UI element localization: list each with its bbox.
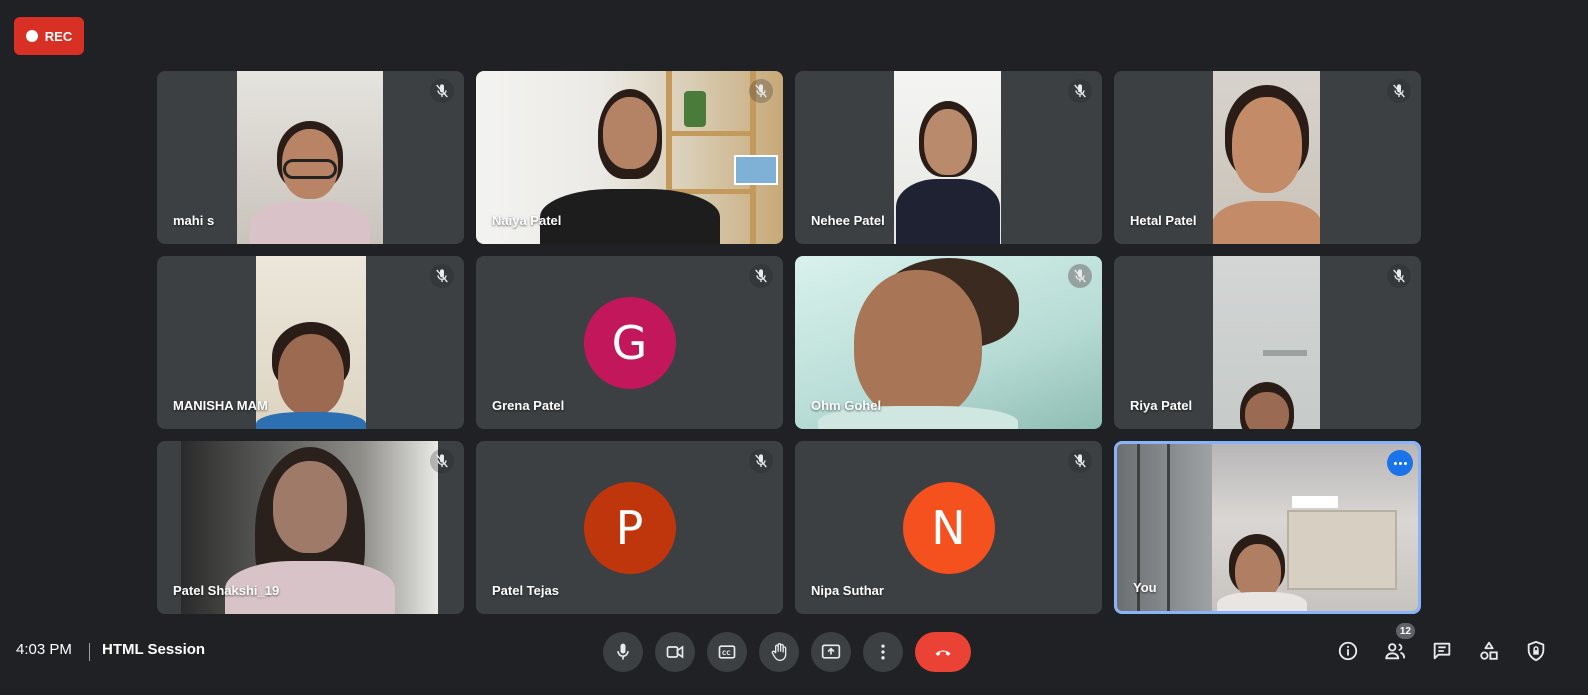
end-call-button[interactable]: [915, 632, 971, 672]
mic-off-icon: [430, 79, 454, 103]
participant-grid: mahi s Naiya Patel Nehee Patel Hetal Pat…: [157, 71, 1421, 614]
participant-avatar: G: [583, 296, 676, 389]
participant-avatar: N: [902, 481, 995, 574]
video-feed: [256, 256, 366, 429]
participant-name: Hetal Patel: [1130, 213, 1197, 228]
bottom-bar: 4:03 PM HTML Session CC 12: [0, 623, 1588, 675]
captions-icon: CC: [718, 645, 736, 659]
raise-hand-icon: [771, 643, 787, 661]
participant-name: Grena Patel: [492, 398, 565, 413]
video-feed: [1117, 444, 1418, 611]
meeting-title: HTML Session: [102, 641, 206, 658]
camera-button[interactable]: [655, 632, 695, 672]
host-controls-icon: [1527, 640, 1545, 662]
participant-tile[interactable]: N Nipa Suthar: [795, 441, 1102, 614]
camera-icon: [666, 645, 684, 659]
self-view-tile[interactable]: You: [1114, 441, 1421, 614]
participant-name: Patel Tejas: [492, 583, 559, 598]
divider: [89, 643, 90, 661]
mic-off-icon: [1387, 264, 1411, 288]
participant-tile[interactable]: mahi s: [157, 71, 464, 244]
info-icon: [1338, 641, 1358, 661]
mic-off-icon: [749, 449, 773, 473]
participant-tile[interactable]: MANISHA MAM: [157, 256, 464, 429]
participant-name: mahi s: [173, 213, 215, 228]
mic-off-icon: [749, 264, 773, 288]
mic-off-icon: [1387, 79, 1411, 103]
participant-avatar: P: [583, 481, 676, 574]
activities-button[interactable]: [1475, 637, 1503, 665]
captions-button[interactable]: CC: [707, 632, 747, 672]
people-icon: [1385, 643, 1406, 660]
video-feed: [237, 71, 383, 244]
people-button[interactable]: 12: [1381, 623, 1415, 665]
chat-icon: [1433, 642, 1451, 660]
participant-name: Naiya Patel: [492, 213, 562, 228]
microphone-button[interactable]: [603, 632, 643, 672]
more-options-button[interactable]: [863, 632, 903, 672]
participant-tile[interactable]: P Patel Tejas: [476, 441, 783, 614]
end-call-icon: [935, 650, 951, 656]
participant-name: You: [1133, 580, 1157, 595]
mic-off-icon: [1068, 449, 1092, 473]
participant-count-badge: 12: [1395, 623, 1415, 639]
host-controls-button[interactable]: [1522, 637, 1550, 665]
participant-name: Nipa Suthar: [811, 583, 884, 598]
recording-indicator: REC: [14, 17, 84, 55]
svg-text:CC: CC: [722, 651, 731, 657]
recording-label: REC: [44, 28, 73, 44]
participant-name: MANISHA MAM: [173, 398, 268, 413]
microphone-icon: [617, 643, 629, 660]
mic-off-icon: [430, 449, 454, 473]
record-dot-icon: [25, 30, 38, 42]
raise-hand-button[interactable]: [759, 632, 799, 672]
video-feed: [894, 71, 1001, 244]
call-controls: CC: [603, 632, 971, 672]
participant-tile[interactable]: Naiya Patel: [476, 71, 783, 244]
tile-more-options-button[interactable]: [1387, 450, 1413, 476]
mic-off-icon: [1068, 264, 1092, 288]
mic-off-icon: [1068, 79, 1092, 103]
video-feed: [1213, 256, 1320, 429]
mic-off-icon: [430, 264, 454, 288]
more-options-icon: [881, 644, 885, 660]
participant-name: Riya Patel: [1130, 398, 1193, 413]
participant-tile[interactable]: Patel Shakshi_19: [157, 441, 464, 614]
meeting-time: 4:03 PM: [16, 641, 72, 658]
participant-name: Nehee Patel: [811, 213, 885, 228]
side-controls: 12: [1334, 623, 1550, 665]
activities-icon: [1480, 641, 1498, 660]
present-button[interactable]: [811, 632, 851, 672]
present-icon: [821, 644, 841, 659]
mic-off-icon: [749, 79, 773, 103]
meeting-details-button[interactable]: [1334, 637, 1362, 665]
video-feed: [1213, 71, 1320, 244]
participant-tile[interactable]: G Grena Patel: [476, 256, 783, 429]
participant-name: Patel Shakshi_19: [173, 583, 280, 598]
participant-tile[interactable]: Hetal Patel: [1114, 71, 1421, 244]
participant-tile[interactable]: Nehee Patel: [795, 71, 1102, 244]
participant-tile[interactable]: Riya Patel: [1114, 256, 1421, 429]
participant-tile[interactable]: Ohm Gohel: [795, 256, 1102, 429]
chat-button[interactable]: [1428, 637, 1456, 665]
participant-name: Ohm Gohel: [811, 398, 882, 413]
